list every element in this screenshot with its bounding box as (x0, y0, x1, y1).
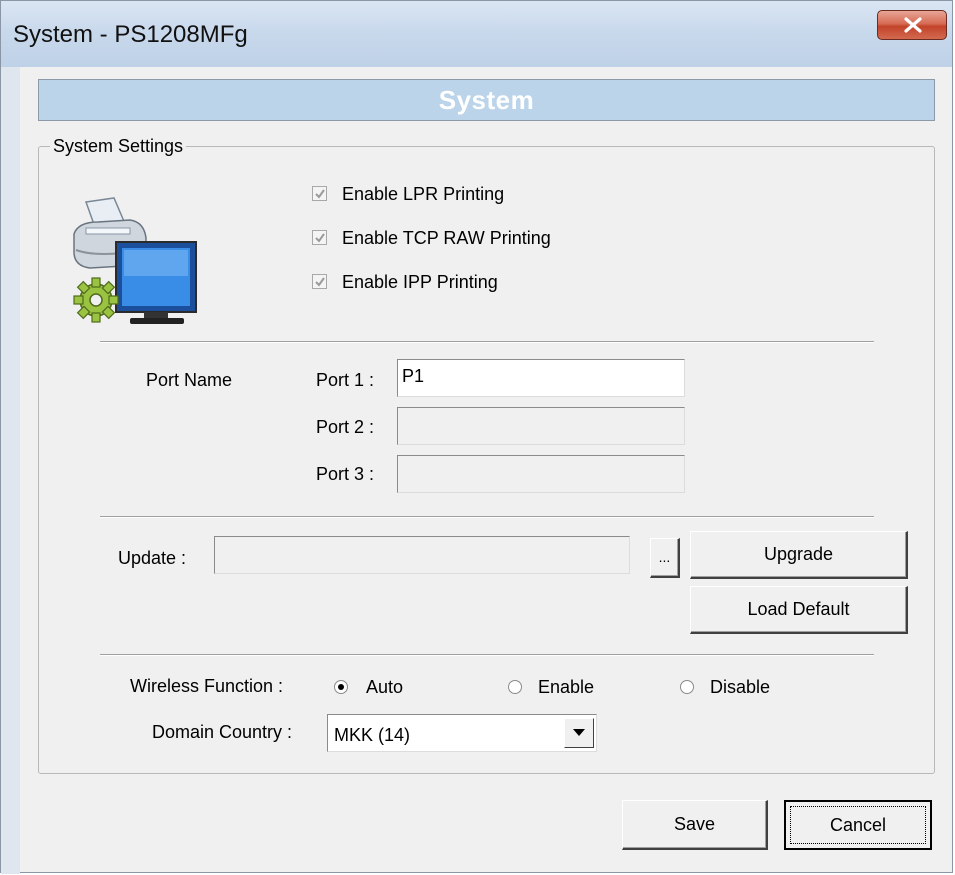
port-3-label: Port 3 : (316, 464, 375, 484)
wireless-disable-radio-row[interactable]: Disable (680, 677, 800, 702)
port-3-input[interactable] (397, 455, 685, 493)
wireless-disable-label: Disable (710, 677, 771, 697)
domain-country-select[interactable]: MKK (14) (327, 714, 597, 752)
close-button[interactable] (877, 10, 947, 40)
system-settings-group-label: System Settings (50, 136, 187, 157)
chevron-down-icon (573, 729, 585, 736)
port-2-input[interactable] (397, 407, 685, 445)
focus-rectangle (790, 806, 926, 844)
port-1-input[interactable]: P1 (397, 359, 685, 397)
load-default-button[interactable]: Load Default (690, 586, 908, 634)
port-2-label: Port 2 : (316, 417, 375, 437)
checkmark-icon (315, 233, 325, 243)
update-label: Update : (118, 548, 187, 568)
checkmark-icon (315, 189, 325, 199)
window-title: System - PS1208MFg (13, 21, 248, 48)
enable-lpr-label: Enable LPR Printing (342, 184, 505, 204)
divider (100, 654, 874, 656)
browse-button-label: ... (658, 549, 671, 565)
update-file-input[interactable] (214, 536, 630, 574)
save-button-label: Save (673, 814, 716, 834)
wireless-function-label: Wireless Function : (130, 676, 284, 696)
wireless-enable-label: Enable (538, 677, 595, 697)
wireless-disable-radio[interactable] (680, 680, 694, 694)
radio-selected-dot (338, 684, 344, 690)
wireless-auto-radio[interactable] (334, 680, 348, 694)
close-x-icon (904, 17, 922, 33)
enable-ipp-label: Enable IPP Printing (342, 272, 498, 292)
checkmark-icon (315, 277, 325, 287)
divider (100, 516, 874, 518)
printer-computer-gear-icon (73, 197, 197, 324)
upgrade-button[interactable]: Upgrade (690, 531, 908, 579)
wireless-enable-radio-row[interactable]: Enable (508, 677, 618, 702)
load-default-button-label: Load Default (747, 599, 850, 619)
title-bar[interactable]: System - PS1208MFg (1, 1, 952, 67)
domain-country-dropdown-button[interactable] (564, 718, 594, 748)
cancel-button[interactable]: Cancel (784, 800, 932, 850)
enable-tcp-raw-label: Enable TCP RAW Printing (342, 228, 551, 248)
wireless-auto-label: Auto (366, 677, 404, 697)
section-header-title: System (438, 85, 535, 115)
browse-button[interactable]: ... (650, 538, 680, 578)
window-left-frame (1, 67, 20, 874)
enable-lpr-checkbox[interactable] (312, 186, 327, 201)
domain-country-value: MKK (14) (334, 725, 411, 745)
save-button[interactable]: Save (622, 800, 768, 850)
enable-tcp-raw-checkbox[interactable] (312, 230, 327, 245)
port-1-label: Port 1 : (316, 370, 375, 390)
section-header-bar: System (38, 79, 935, 121)
enable-ipp-checkbox[interactable] (312, 274, 327, 289)
wireless-auto-radio-row[interactable]: Auto (334, 677, 444, 702)
upgrade-button-label: Upgrade (763, 544, 834, 564)
divider (100, 341, 874, 343)
port-name-label: Port Name (146, 370, 233, 390)
domain-country-label: Domain Country : (152, 722, 293, 742)
wireless-enable-radio[interactable] (508, 680, 522, 694)
